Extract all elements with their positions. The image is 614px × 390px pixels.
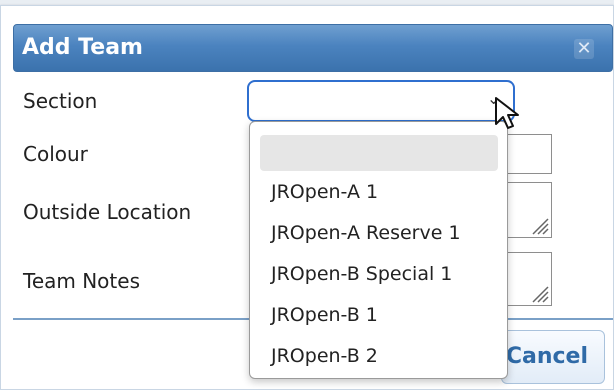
team-notes-label: Team Notes	[23, 269, 140, 293]
dialog-titlebar[interactable]: Add Team ✕	[13, 24, 613, 72]
resize-grip-icon[interactable]	[529, 215, 549, 235]
dropdown-option[interactable]: JROpen-B 1	[271, 299, 501, 331]
close-icon[interactable]: ✕	[574, 39, 594, 59]
dialog-title: Add Team	[22, 35, 143, 60]
dropdown-option[interactable]: JROpen-B Special 1	[271, 258, 501, 290]
outside-location-label: Outside Location	[23, 200, 192, 224]
cursor-icon	[495, 97, 519, 129]
cancel-button[interactable]: Cancel	[501, 330, 605, 384]
section-dropdown[interactable]: JROpen-A 1 JROpen-A Reserve 1 JROpen-B S…	[249, 121, 508, 379]
dropdown-option[interactable]: JROpen-B 2	[271, 340, 501, 372]
section-label: Section	[23, 89, 98, 113]
dropdown-option[interactable]: JROpen-A Reserve 1	[271, 217, 501, 249]
resize-grip-icon[interactable]	[529, 283, 549, 303]
section-select[interactable]: ⌄	[247, 80, 515, 122]
colour-field[interactable]	[506, 134, 552, 174]
outside-location-field[interactable]	[506, 182, 552, 238]
team-notes-field[interactable]	[506, 252, 552, 306]
add-team-dialog: Add Team ✕ Section Colour Outside Locati…	[0, 5, 614, 390]
dropdown-option-empty[interactable]	[260, 135, 498, 171]
colour-label: Colour	[23, 142, 88, 166]
dropdown-option[interactable]: JROpen-A 1	[271, 176, 501, 208]
